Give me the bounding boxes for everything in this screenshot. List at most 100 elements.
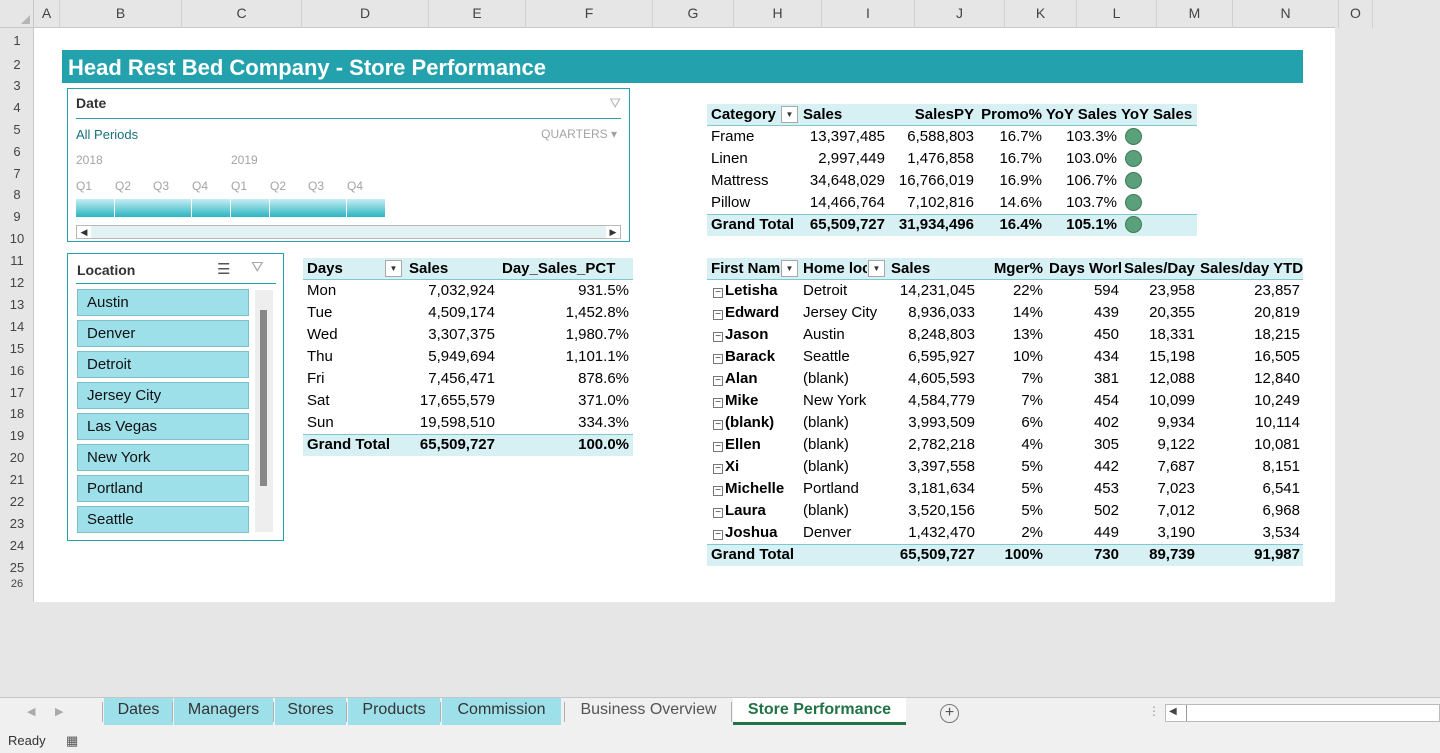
pivot-column-header[interactable]: Sales/day YTD [1200, 258, 1303, 280]
days-pivot-table[interactable]: Days Sales Day_Sales_PCT ▼ Mon 7,032,924 931.5… [303, 258, 633, 456]
column-header[interactable]: M [1157, 0, 1233, 28]
timeline-scrollbar[interactable]: ◀ ▶ [76, 225, 621, 239]
pivot-total-cell[interactable]: 65,509,727 [403, 434, 495, 456]
row-header[interactable]: 12 [0, 272, 34, 294]
pivot-cell[interactable]: 8,151 [1197, 456, 1300, 478]
filter-dropdown-icon[interactable]: ▼ [781, 106, 798, 123]
pivot-row-label[interactable]: Pillow [711, 192, 801, 214]
pivot-cell[interactable]: 13,397,485 [803, 126, 885, 148]
pivot-cell[interactable]: 18,215 [1197, 324, 1300, 346]
pivot-cell[interactable]: 14,231,045 [891, 280, 975, 302]
timeline-quarter-bar[interactable] [192, 199, 231, 217]
pivot-column-header[interactable]: Sales [891, 258, 975, 280]
slicer-item[interactable]: Detroit [77, 351, 249, 378]
sheet-tab[interactable]: Business Overview [566, 698, 731, 725]
pivot-cell[interactable]: 7% [977, 368, 1043, 390]
pivot-cell[interactable]: 5% [977, 500, 1043, 522]
pivot-cell[interactable]: 7,012 [1121, 500, 1195, 522]
pivot-cell[interactable]: Jersey City [803, 302, 889, 324]
pivot-cell[interactable]: 7,456,471 [403, 368, 495, 390]
pivot-column-header[interactable]: YoY Sales [1043, 104, 1117, 126]
column-header[interactable]: O [1339, 0, 1373, 28]
column-header[interactable]: E [429, 0, 526, 28]
column-header[interactable]: L [1077, 0, 1157, 28]
row-header[interactable]: 16 [0, 360, 34, 382]
pivot-cell[interactable]: 7% [977, 390, 1043, 412]
timeline-quarter-bar[interactable] [270, 199, 309, 217]
pivot-cell[interactable]: 6,595,927 [891, 346, 975, 368]
pivot-cell[interactable]: 5,949,694 [403, 346, 495, 368]
pivot-cell[interactable]: 7,032,924 [403, 280, 495, 302]
pivot-column-header[interactable]: Promo% [975, 104, 1042, 126]
slicer-item[interactable]: Austin [77, 289, 249, 316]
pivot-cell[interactable]: 453 [1047, 478, 1119, 500]
row-header[interactable]: 25 [0, 557, 34, 579]
pivot-cell[interactable]: 8,936,033 [891, 302, 975, 324]
clear-filter-icon[interactable]: ⛛ [609, 95, 621, 112]
pivot-cell[interactable]: 1,476,858 [887, 148, 974, 170]
pivot-column-header[interactable]: Sales/Day [1124, 258, 1198, 280]
pivot-row-label[interactable]: − Mike [713, 390, 803, 412]
pivot-cell[interactable]: 7,102,816 [887, 192, 974, 214]
collapse-icon[interactable]: − [713, 310, 723, 320]
row-header[interactable]: 5 [0, 119, 34, 141]
pivot-cell[interactable]: Austin [803, 324, 889, 346]
pivot-cell[interactable]: 371.0% [499, 390, 629, 412]
collapse-icon[interactable]: − [713, 508, 723, 518]
sheet-tab[interactable]: Dates [104, 698, 173, 725]
pivot-cell[interactable]: 10,081 [1197, 434, 1300, 456]
scroll-thumb[interactable] [1186, 705, 1187, 721]
column-header[interactable]: A [34, 0, 60, 28]
row-header[interactable]: 19 [0, 425, 34, 447]
pivot-cell[interactable]: 4,509,174 [403, 302, 495, 324]
pivot-cell[interactable]: 10,114 [1197, 412, 1300, 434]
row-header[interactable]: 24 [0, 535, 34, 557]
pivot-cell[interactable]: 2% [977, 522, 1043, 544]
slicer-item[interactable]: Seattle [77, 506, 249, 533]
pivot-column-header[interactable]: Days [307, 258, 377, 280]
scroll-left-icon[interactable]: ◀ [77, 226, 91, 238]
pivot-cell[interactable]: 1,980.7% [499, 324, 629, 346]
row-header[interactable]: 3 [0, 75, 34, 97]
row-header[interactable]: 22 [0, 491, 34, 513]
pivot-cell[interactable]: 10,099 [1121, 390, 1195, 412]
clear-filter-icon[interactable]: ⛛ [251, 259, 264, 276]
collapse-icon[interactable]: − [713, 288, 723, 298]
pivot-total-cell[interactable]: 100% [977, 544, 1043, 566]
column-header[interactable]: B [60, 0, 182, 28]
pivot-cell[interactable]: 18,331 [1121, 324, 1195, 346]
row-header[interactable]: 20 [0, 447, 34, 469]
timeline-quarter-bar[interactable] [153, 199, 192, 217]
pivot-cell[interactable]: (blank) [803, 368, 889, 390]
pivot-cell[interactable]: (blank) [803, 456, 889, 478]
pivot-cell[interactable]: 381 [1047, 368, 1119, 390]
pivot-cell[interactable]: 334.3% [499, 412, 629, 434]
column-header[interactable]: G [653, 0, 734, 28]
collapse-icon[interactable]: − [713, 398, 723, 408]
pivot-cell[interactable]: 14% [977, 302, 1043, 324]
row-header[interactable]: 14 [0, 316, 34, 338]
pivot-cell[interactable]: 4% [977, 434, 1043, 456]
pivot-cell[interactable]: 4,605,593 [891, 368, 975, 390]
pivot-cell[interactable]: 5% [977, 478, 1043, 500]
pivot-cell[interactable]: 502 [1047, 500, 1119, 522]
pivot-total-cell[interactable]: 65,509,727 [891, 544, 975, 566]
pivot-column-header[interactable]: Category [711, 104, 781, 126]
pivot-cell[interactable]: 12,840 [1197, 368, 1300, 390]
pivot-row-label[interactable]: Linen [711, 148, 801, 170]
row-header[interactable]: 21 [0, 469, 34, 491]
pivot-row-label[interactable]: − Joshua [713, 522, 803, 544]
pivot-row-label[interactable]: Fri [307, 368, 377, 390]
pivot-row-label[interactable]: − Ellen [713, 434, 803, 456]
row-header[interactable]: 13 [0, 294, 34, 316]
multi-select-icon[interactable]: ☰ [217, 260, 230, 278]
prev-sheet-icon[interactable]: ◀ [27, 705, 35, 718]
next-sheet-icon[interactable]: ▶ [55, 705, 63, 718]
pivot-total-cell[interactable]: 31,934,496 [887, 214, 974, 236]
sheet-tab[interactable]: Managers [174, 698, 273, 725]
pivot-cell[interactable]: 20,355 [1121, 302, 1195, 324]
pivot-cell[interactable]: 3,993,509 [891, 412, 975, 434]
column-header[interactable]: I [822, 0, 915, 28]
timeline-level-dropdown[interactable]: QUARTERS ▾ [541, 127, 617, 141]
pivot-total-cell[interactable]: 100.0% [499, 434, 629, 456]
